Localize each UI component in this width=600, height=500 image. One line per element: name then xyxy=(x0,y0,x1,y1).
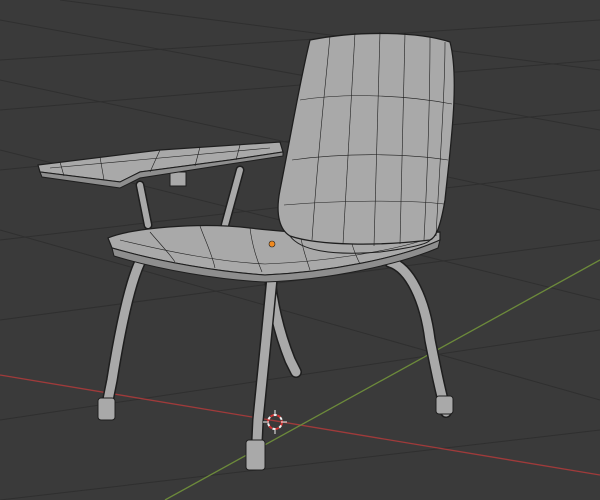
tablet-arm-desk[interactable] xyxy=(37,141,284,189)
object-origin-icon[interactable] xyxy=(268,240,276,248)
3d-viewport[interactable] xyxy=(0,0,600,500)
chair-leg-back-right[interactable] xyxy=(384,256,454,418)
chair-backrest[interactable] xyxy=(277,31,455,254)
chair-leg-front-left[interactable] xyxy=(97,252,148,421)
3d-cursor-icon[interactable] xyxy=(263,410,287,434)
viewport-canvas[interactable] xyxy=(0,0,600,500)
chair-leg-front-right[interactable] xyxy=(245,272,278,471)
chair-model[interactable] xyxy=(37,31,455,471)
